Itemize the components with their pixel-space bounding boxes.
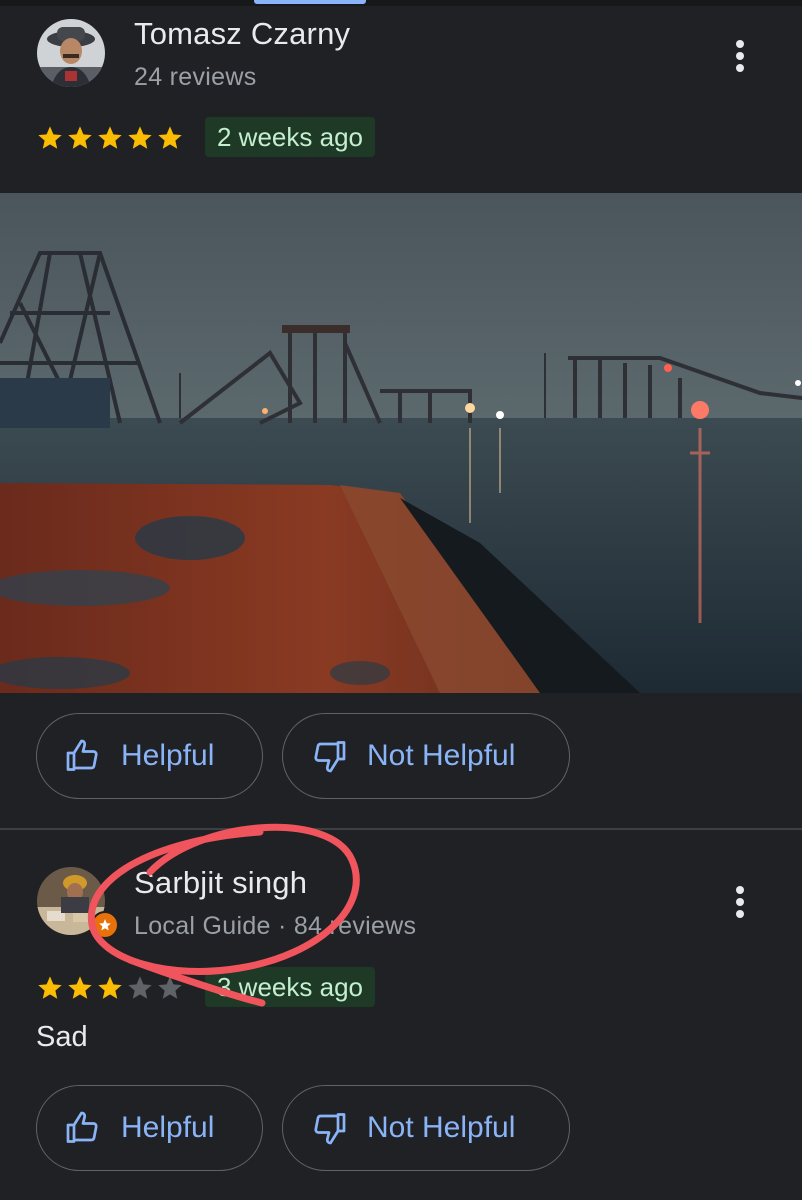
thumbs-down-icon	[314, 1113, 346, 1145]
not-helpful-button[interactable]: Not Helpful	[282, 713, 570, 799]
local-guide-star-icon	[91, 911, 119, 939]
not-helpful-label: Not Helpful	[367, 739, 516, 772]
more-options-icon[interactable]	[725, 882, 755, 922]
star-icon	[38, 976, 62, 999]
reviewer-name[interactable]: Tomasz Czarny	[134, 16, 350, 52]
not-helpful-label: Not Helpful	[367, 1111, 516, 1144]
reviewer-name[interactable]: Sarbjit singh	[134, 865, 307, 901]
thumbs-down-icon	[314, 741, 346, 773]
star-icon	[98, 976, 122, 999]
star-icon	[128, 976, 152, 999]
review-date: 2 weeks ago	[205, 117, 375, 157]
helpful-label: Helpful	[121, 1111, 215, 1144]
star-icon	[158, 126, 182, 149]
star-icon	[128, 126, 152, 149]
star-icon	[68, 126, 92, 149]
thumbs-up-icon	[66, 739, 98, 771]
review-photo[interactable]	[0, 193, 802, 693]
helpful-label: Helpful	[121, 739, 215, 772]
helpful-button[interactable]: Helpful	[36, 1085, 263, 1171]
reviewer-meta: Local Guide · 84 reviews	[134, 912, 417, 940]
review-text: Sad	[36, 1021, 88, 1053]
thumbs-up-icon	[66, 1111, 98, 1143]
star-icon	[38, 126, 62, 149]
reviewer-meta: 24 reviews	[134, 63, 257, 91]
star-icon	[68, 976, 92, 999]
star-rating	[36, 974, 184, 1002]
avatar[interactable]	[37, 19, 105, 87]
star-icon	[158, 976, 182, 999]
star-rating	[36, 124, 184, 152]
not-helpful-button[interactable]: Not Helpful	[282, 1085, 570, 1171]
star-icon	[98, 126, 122, 149]
more-options-icon[interactable]	[725, 36, 755, 76]
review-card: Sarbjit singh Local Guide · 84 reviews 3…	[0, 830, 802, 1200]
review-date: 3 weeks ago	[205, 967, 375, 1007]
review-card: Tomasz Czarny 24 reviews 2 weeks ago Hel…	[0, 0, 802, 828]
helpful-button[interactable]: Helpful	[36, 713, 263, 799]
